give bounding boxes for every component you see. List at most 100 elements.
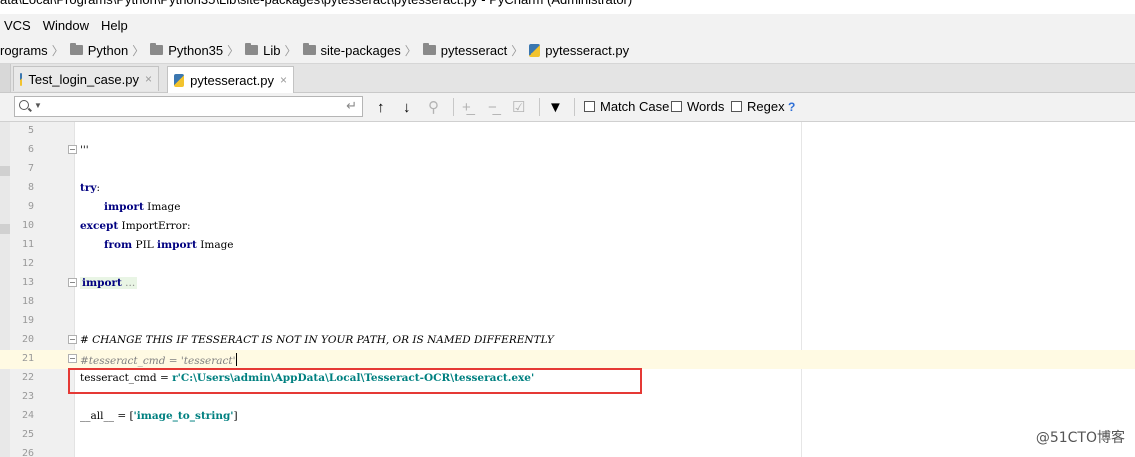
code-line-current[interactable]: 21 #tesseract_cmd = 'tesseract': [0, 350, 1135, 369]
close-icon[interactable]: ×: [145, 72, 152, 86]
menu-item-window[interactable]: Window: [37, 18, 95, 33]
select-all-occurrences-icon[interactable]: ☑: [512, 97, 525, 117]
code-line[interactable]: 7: [0, 160, 1135, 179]
code-line[interactable]: 5: [0, 122, 1135, 141]
fold-icon[interactable]: [68, 145, 77, 154]
keyword: from: [104, 239, 133, 251]
chevron-right-icon: 〉: [404, 43, 417, 58]
fold-icon[interactable]: [68, 278, 77, 287]
code-text: import Image: [104, 201, 180, 213]
menu-item-vcs[interactable]: VCS: [0, 18, 37, 33]
code-line[interactable]: 12: [0, 255, 1135, 274]
line-number: 7: [27, 163, 34, 174]
toolbar-divider: [539, 98, 540, 116]
checkbox-box[interactable]: [584, 101, 595, 112]
python-file-icon: [174, 73, 185, 87]
chevron-right-icon: 〉: [284, 43, 297, 58]
code-line[interactable]: 11 from PIL import Image: [0, 236, 1135, 255]
code-line[interactable]: 26: [0, 445, 1135, 457]
python-file-icon: [529, 43, 541, 57]
words-checkbox[interactable]: Words: [671, 99, 724, 114]
breadcrumb-item-python35[interactable]: Python35 〉: [146, 42, 241, 59]
close-icon[interactable]: ×: [280, 73, 287, 87]
code-line[interactable]: 10 except ImportError:: [0, 217, 1135, 236]
code-token: ...: [121, 277, 136, 289]
toolbar-divider: [453, 98, 454, 116]
code-line[interactable]: 18: [0, 293, 1135, 312]
line-number: 10: [21, 220, 34, 231]
search-input[interactable]: ▼ ↵: [14, 96, 363, 117]
watermark: @51CTO博客: [1035, 430, 1125, 446]
breadcrumb-label: Lib: [263, 42, 281, 58]
folder-icon: [422, 43, 436, 55]
tab-test-login-case[interactable]: Test_login_case.py ×: [13, 66, 159, 91]
folder-icon: [245, 43, 259, 55]
line-number: 25: [21, 429, 34, 440]
dropdown-arrow-icon[interactable]: ▼: [34, 101, 42, 110]
code-token: __all__ = [: [80, 410, 134, 422]
keyword: except: [80, 220, 119, 232]
regex-checkbox[interactable]: Regex: [731, 99, 785, 114]
match-case-checkbox[interactable]: Match Case: [584, 99, 669, 114]
code-line[interactable]: 9 import Image: [0, 198, 1135, 217]
code-line[interactable]: 25: [0, 426, 1135, 445]
line-number: 18: [21, 296, 34, 307]
menu-bar: VCS Window Help: [0, 14, 1135, 37]
tab-label: Test_login_case.py: [28, 71, 139, 87]
code-text: __all__ = ['image_to_string']: [80, 410, 238, 422]
line-number: 9: [27, 201, 34, 212]
folder-icon: [302, 43, 316, 55]
chevron-right-icon: 〉: [227, 43, 240, 58]
keyword: import: [157, 239, 197, 251]
remove-occurrence-icon[interactable]: −̲: [488, 97, 497, 117]
line-number: 12: [21, 258, 34, 269]
fold-icon[interactable]: [68, 354, 77, 363]
line-number: 26: [21, 448, 34, 457]
menu-item-help[interactable]: Help: [95, 18, 134, 33]
code-line[interactable]: 8 try:: [0, 179, 1135, 198]
breadcrumb-item-site-packages[interactable]: site-packages 〉: [299, 42, 419, 59]
filter-icon[interactable]: ▼: [548, 97, 563, 117]
checkbox-box[interactable]: [671, 101, 682, 112]
editor-tabs: Test_login_case.py × pytesseract.py ×: [0, 64, 1135, 93]
code-line[interactable]: 24 __all__ = ['image_to_string']: [0, 407, 1135, 426]
tab-pytesseract[interactable]: pytesseract.py ×: [167, 66, 294, 93]
breadcrumb-item-pytesseract[interactable]: pytesseract 〉: [419, 42, 526, 59]
code-token: Image: [143, 201, 181, 213]
chevron-right-icon: 〉: [132, 43, 145, 58]
keyword: import: [104, 201, 144, 213]
breadcrumb-item-python[interactable]: Python 〉: [66, 42, 147, 59]
folded-imports[interactable]: import ...: [80, 277, 138, 289]
match-case-label: Match Case: [600, 99, 670, 114]
code-text: #tesseract_cmd = 'tesseract': [80, 353, 238, 367]
next-occurrence-icon[interactable]: ↓: [403, 97, 411, 117]
checkbox-box[interactable]: [731, 101, 742, 112]
breadcrumb-label: pytesseract: [440, 42, 508, 58]
code-editor[interactable]: 5 6 ''' 7 8 try: 9 import Image 10 excep…: [0, 122, 1135, 457]
text-cursor: [236, 353, 238, 366]
breadcrumb-item-pytesseract-py[interactable]: pytesseract.py: [525, 43, 629, 58]
line-number: 23: [21, 391, 34, 402]
add-occurrence-icon[interactable]: +̲: [462, 97, 471, 117]
find-all-icon[interactable]: ⚲: [428, 97, 439, 117]
search-icon[interactable]: [19, 100, 29, 110]
breadcrumb-item-programs[interactable]: rograms 〉: [0, 42, 66, 59]
code-token: ImportError:: [118, 220, 191, 232]
breadcrumb-label: Python: [87, 42, 129, 58]
regex-label: Regex: [747, 99, 785, 114]
code-line[interactable]: 6 ''': [0, 141, 1135, 160]
breadcrumb-item-lib[interactable]: Lib 〉: [241, 42, 298, 59]
code-line[interactable]: 19: [0, 312, 1135, 331]
code-token: PIL: [132, 239, 158, 251]
code-line[interactable]: 13 import ...: [0, 274, 1135, 293]
comment-text: #tesseract_cmd = 'tesseract': [80, 355, 236, 367]
regex-help-link[interactable]: ?: [788, 100, 795, 114]
line-number: 11: [21, 239, 34, 250]
folder-icon: [150, 43, 164, 55]
fold-icon[interactable]: [68, 335, 77, 344]
code-line[interactable]: 20 # CHANGE THIS IF TESSERACT IS NOT IN …: [0, 331, 1135, 350]
words-label: Words: [687, 99, 725, 114]
find-bar: ▼ ↵ ↑ ↓ ⚲ +̲ −̲ ☑ ▼ Match Case Words Reg…: [0, 93, 1135, 122]
previous-occurrence-icon[interactable]: ↑: [377, 97, 385, 117]
breadcrumb-label: pytesseract.py: [545, 42, 630, 58]
